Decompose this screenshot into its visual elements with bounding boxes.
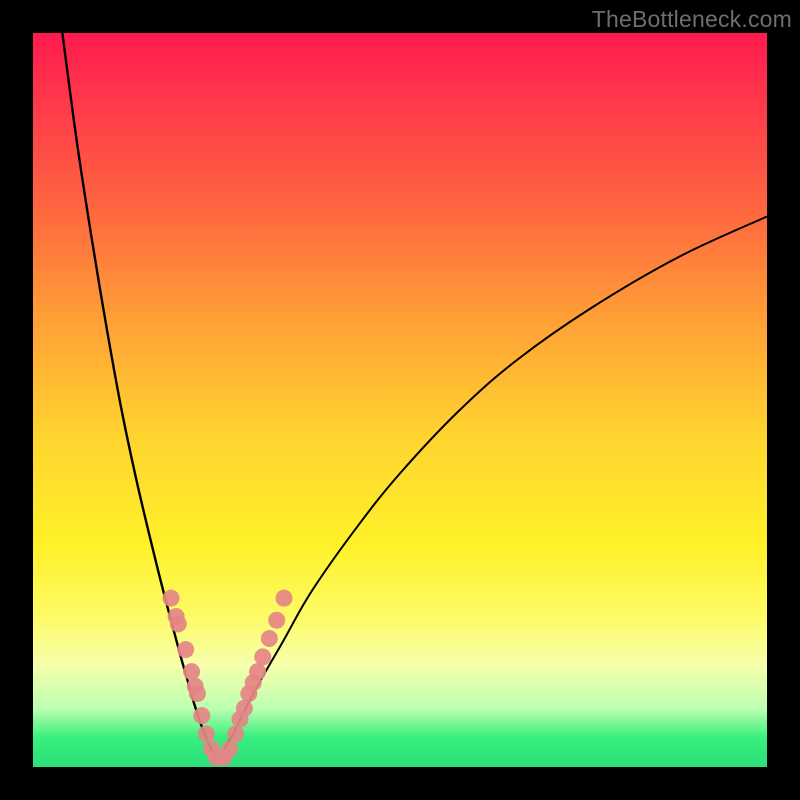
highlight-dots: [162, 590, 292, 766]
watermark-text: TheBottleneck.com: [592, 6, 792, 33]
highlight-dot: [177, 641, 194, 658]
highlight-dot: [276, 590, 293, 607]
highlight-dot: [170, 615, 187, 632]
highlight-dot: [193, 707, 210, 724]
highlight-dot: [183, 663, 200, 680]
right-curve: [217, 217, 768, 760]
highlight-dot: [189, 685, 206, 702]
highlight-dot: [236, 700, 253, 717]
highlight-dot: [198, 725, 215, 742]
highlight-dot: [162, 590, 179, 607]
highlight-dot: [254, 648, 271, 665]
highlight-dot: [261, 630, 278, 647]
highlight-dot: [221, 740, 238, 757]
highlight-dot: [227, 725, 244, 742]
chart-svg: [33, 33, 767, 767]
outer-frame: TheBottleneck.com: [0, 0, 800, 800]
highlight-dot: [249, 663, 266, 680]
highlight-dot: [268, 612, 285, 629]
